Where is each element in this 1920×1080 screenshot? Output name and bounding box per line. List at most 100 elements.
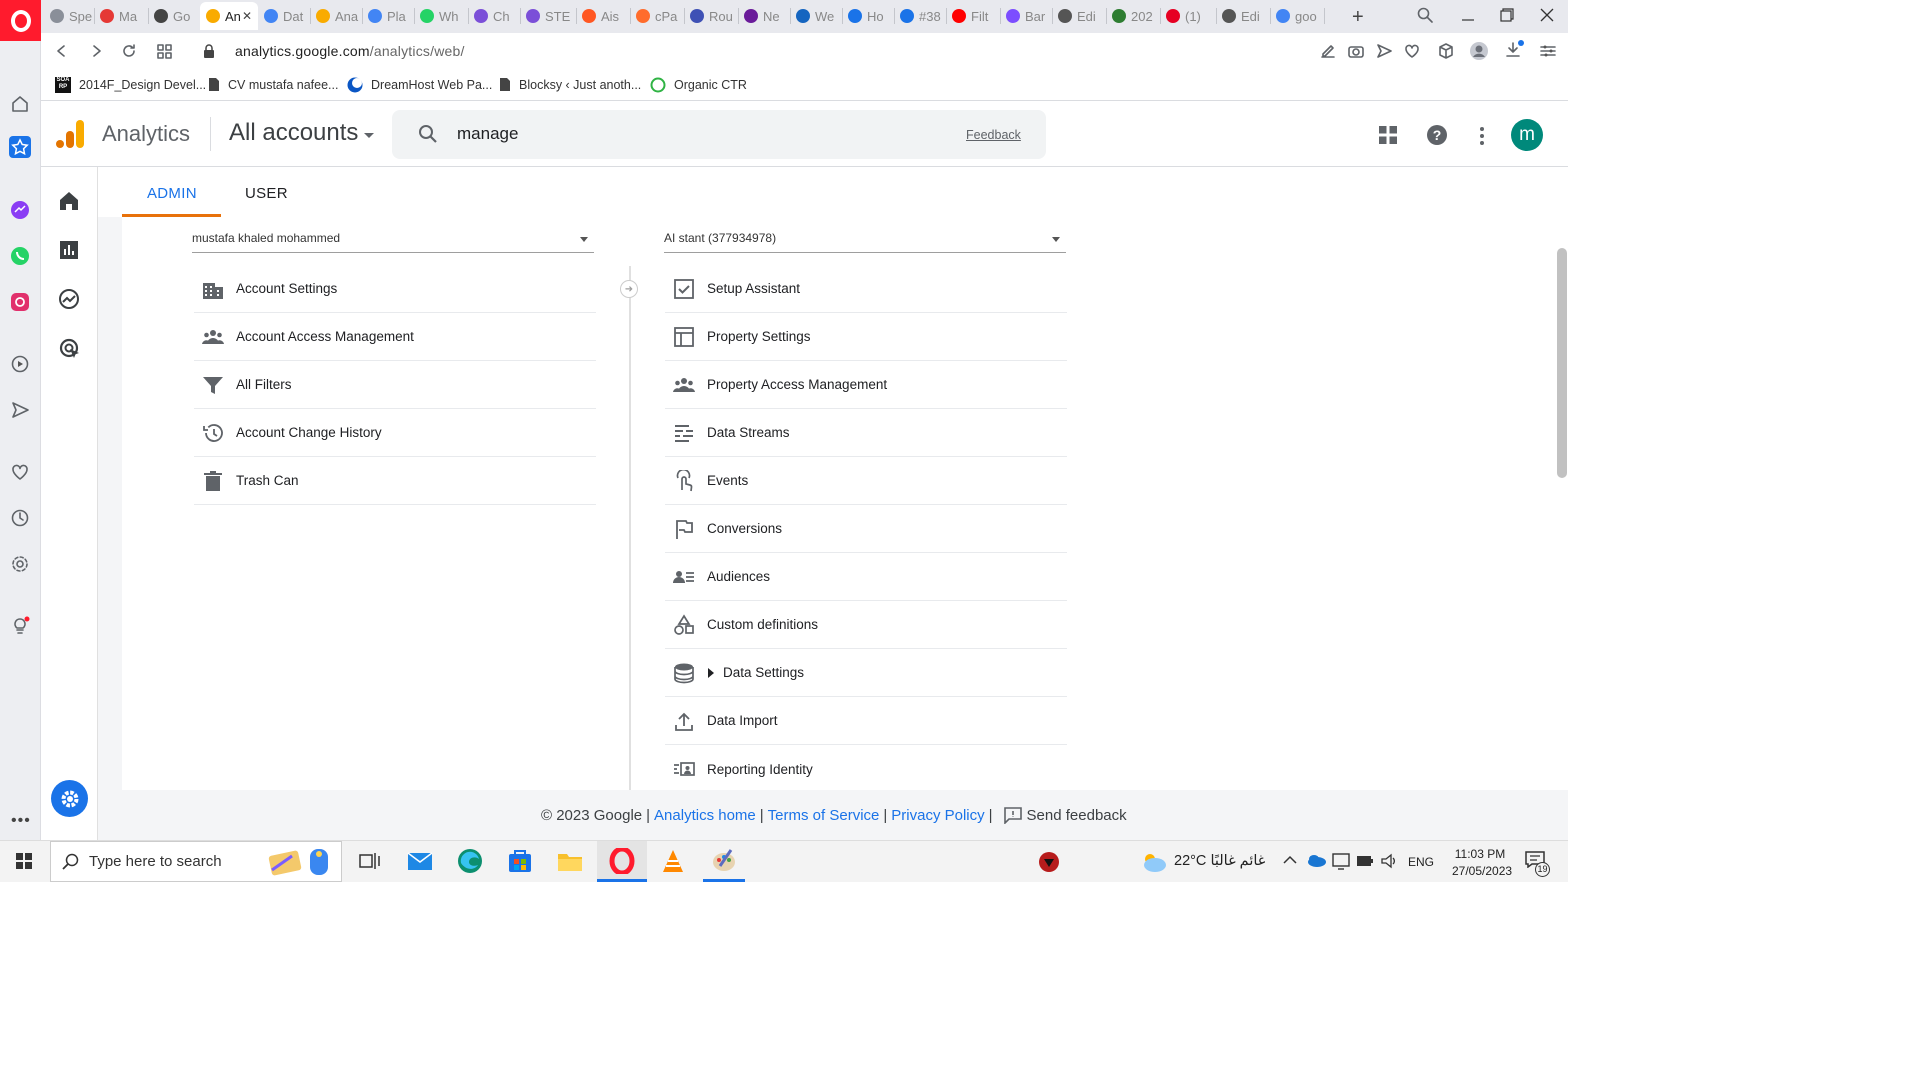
account-selector[interactable]: mustafa khaled mohammed <box>192 231 594 253</box>
file-explorer-icon[interactable] <box>557 848 583 874</box>
back-icon[interactable] <box>55 44 69 58</box>
send-icon[interactable] <box>1376 43 1392 59</box>
terms-link[interactable]: Terms of Service <box>768 807 880 824</box>
browser-tab[interactable]: Filt <box>946 2 1000 30</box>
search-feedback-link[interactable]: Feedback <box>966 128 1021 142</box>
menu-item-trash-can[interactable]: Trash Can <box>194 457 596 505</box>
sidebar-more-icon[interactable]: ••• <box>11 812 31 830</box>
help-icon[interactable]: ? <box>1426 124 1448 146</box>
battery-icon[interactable] <box>1356 854 1374 868</box>
minimize-icon[interactable] <box>1461 8 1475 22</box>
heart-icon[interactable] <box>10 462 30 482</box>
store-app-icon[interactable] <box>507 848 533 874</box>
browser-tab[interactable]: Ch <box>468 2 520 30</box>
menu-item-events[interactable]: Events <box>665 457 1067 505</box>
advertising-icon[interactable] <box>58 337 82 361</box>
browser-tab[interactable]: Rou <box>684 2 738 30</box>
menu-item-reporting-identity[interactable]: Reporting Identity <box>665 745 1067 793</box>
snapshot-icon[interactable] <box>1348 43 1364 59</box>
tab-search-icon[interactable] <box>1417 7 1433 23</box>
browser-tab[interactable]: Ne <box>738 2 790 30</box>
menu-item-account-access-management[interactable]: Account Access Management <box>194 313 596 361</box>
menu-item-account-change-history[interactable]: Account Change History <box>194 409 596 457</box>
browser-tab[interactable]: Ana <box>310 2 362 30</box>
volume-icon[interactable] <box>1381 853 1397 869</box>
bookmark-item[interactable]: CV mustafa nafee... <box>208 77 338 92</box>
browser-tab[interactable]: Edi <box>1216 2 1270 30</box>
edge-browser-icon[interactable] <box>457 848 483 874</box>
mail-app-icon[interactable] <box>407 848 433 874</box>
heart-icon[interactable] <box>1404 43 1420 59</box>
close-window-icon[interactable] <box>1540 8 1554 22</box>
new-tab-button[interactable]: + <box>1352 6 1364 29</box>
menu-item-property-settings[interactable]: Property Settings <box>665 313 1067 361</box>
instagram-icon[interactable] <box>10 292 30 312</box>
lock-icon[interactable] <box>203 44 215 58</box>
notifications-button[interactable]: 19 <box>1525 850 1553 877</box>
browser-tab[interactable]: An ✕ <box>200 2 258 30</box>
tab-user[interactable]: USER <box>245 185 288 202</box>
browser-tab[interactable]: Pla <box>362 2 414 30</box>
menu-item-setup-assistant[interactable]: Setup Assistant <box>665 265 1067 313</box>
account-switcher[interactable]: All accounts <box>229 119 375 147</box>
opera-menu-button[interactable] <box>0 0 41 41</box>
explore-icon[interactable] <box>58 288 80 310</box>
home-icon[interactable] <box>59 191 79 211</box>
edit-icon[interactable] <box>1320 43 1336 59</box>
settings-icon[interactable] <box>10 554 30 574</box>
restore-icon[interactable] <box>1500 8 1514 22</box>
language-indicator[interactable]: ENG <box>1408 855 1434 869</box>
page-scrollbar[interactable] <box>1557 248 1567 478</box>
menu-item-custom-definitions[interactable]: Custom definitions <box>665 601 1067 649</box>
history-icon[interactable] <box>10 508 30 528</box>
menu-item-all-filters[interactable]: All Filters <box>194 361 596 409</box>
forward-icon[interactable] <box>89 44 103 58</box>
browser-tab[interactable]: 202 <box>1106 2 1160 30</box>
profile-icon[interactable] <box>1469 41 1489 61</box>
tips-bulb-icon[interactable] <box>10 616 30 636</box>
onedrive-icon[interactable] <box>1306 853 1326 867</box>
download-icon[interactable] <box>1505 40 1525 60</box>
paint-taskbar-button[interactable] <box>703 841 745 882</box>
weather-text[interactable]: 22°C غائم غالبًا <box>1174 853 1265 869</box>
admin-gear-button[interactable] <box>51 780 88 817</box>
reports-icon[interactable] <box>60 241 78 259</box>
analytics-logo-icon[interactable] <box>55 118 85 150</box>
menu-item-data-import[interactable]: Data Import <box>665 697 1067 745</box>
messenger-icon[interactable] <box>10 200 30 220</box>
menu-item-data-settings[interactable]: Data Settings <box>665 649 1067 697</box>
property-selector[interactable]: AI stant (377934978) <box>664 231 1066 253</box>
browser-tab[interactable]: cPa <box>630 2 684 30</box>
bookmark-item[interactable]: SOA RP 2014F_Design Devel... <box>55 77 206 93</box>
browser-tab[interactable]: Go <box>148 2 200 30</box>
whatsapp-icon[interactable] <box>10 246 30 266</box>
browser-tab[interactable]: We <box>790 2 842 30</box>
avatar[interactable]: m <box>1511 119 1543 151</box>
menu-item-account-settings[interactable]: Account Settings <box>194 265 596 313</box>
menu-item-data-streams[interactable]: Data Streams <box>665 409 1067 457</box>
speed-dial-icon[interactable] <box>10 93 30 113</box>
browser-tab[interactable]: Ma <box>94 2 148 30</box>
browser-tab[interactable]: Ho <box>842 2 894 30</box>
url-field[interactable]: analytics.google.com/analytics/web/ <box>235 43 465 59</box>
browser-tab[interactable]: Ais <box>576 2 630 30</box>
browser-tab[interactable]: STE <box>520 2 576 30</box>
browser-tab[interactable]: goo <box>1270 2 1324 30</box>
bookmark-item[interactable]: Blocksy ‹ Just anoth... <box>499 77 641 92</box>
bookmark-item[interactable]: DreamHost Web Pa... <box>347 77 492 93</box>
send-feedback-link[interactable]: Send feedback <box>1027 807 1127 824</box>
bookmark-item[interactable]: Organic CTR <box>650 77 747 93</box>
browser-tab[interactable]: Wh <box>414 2 468 30</box>
apps-grid-icon[interactable] <box>1379 126 1397 144</box>
browser-tab[interactable]: Spe <box>44 2 94 30</box>
browser-tab[interactable]: Edi <box>1052 2 1106 30</box>
chevron-up-icon[interactable] <box>1283 855 1297 865</box>
weather-cloud-icon[interactable] <box>1138 850 1168 874</box>
search-input[interactable]: manage <box>457 124 518 144</box>
task-view-icon[interactable] <box>357 848 383 874</box>
menu-item-property-access-management[interactable]: Property Access Management <box>665 361 1067 409</box>
easy-setup-icon[interactable] <box>1540 44 1556 58</box>
expand-arrow-icon[interactable] <box>708 668 714 678</box>
pinboards-icon[interactable] <box>9 136 31 158</box>
tray-app-icon[interactable] <box>1038 851 1060 873</box>
